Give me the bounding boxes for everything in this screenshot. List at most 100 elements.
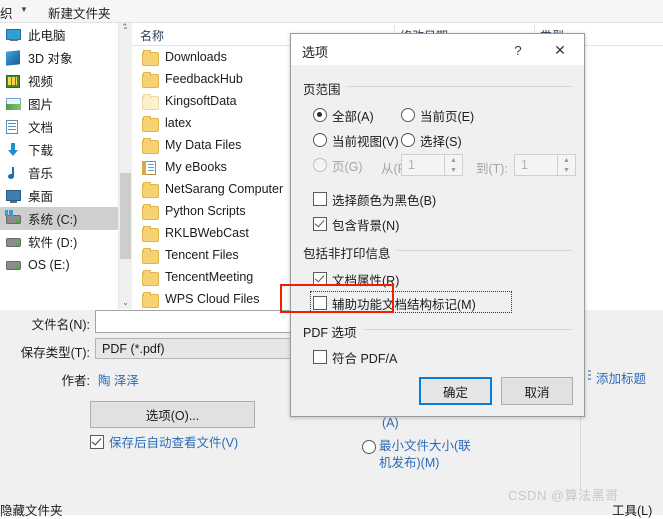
checkbox-black-color[interactable]: 选择颜色为黑色(B) [313, 190, 436, 209]
folder-icon [142, 116, 159, 132]
autoview-checkbox[interactable] [90, 434, 104, 449]
sidebar-item-7[interactable]: 桌面 [0, 184, 118, 207]
autoview-checkbox-row[interactable]: 保存后自动查看文件(V) [90, 432, 238, 451]
file-row-name: KingsoftData [165, 94, 237, 108]
file-row-name: Downloads [165, 50, 227, 64]
scroll-down-icon[interactable]: ⌄ [119, 295, 132, 309]
spin-up-icon[interactable]: ▲ [558, 155, 575, 165]
chevron-down-icon[interactable]: ▼ [20, 5, 28, 14]
author-value[interactable]: 陶 泽泽 [98, 370, 139, 389]
radio-current-view-indicator[interactable] [313, 133, 327, 147]
file-row-name: Python Scripts [165, 204, 246, 218]
sidebar-item-label: 图片 [28, 98, 54, 112]
radio-pages-indicator[interactable] [313, 158, 327, 172]
from-spinner-buttons[interactable]: ▲ ▼ [444, 155, 462, 175]
checkbox-accessibility-tags[interactable]: 辅助功能文档结构标记(M) [313, 294, 476, 313]
radio-selection-indicator[interactable] [401, 133, 415, 147]
checkbox-doc-properties[interactable]: 文档属性(R) [313, 270, 399, 289]
folder-icon [142, 50, 159, 66]
from-value[interactable]: 1 [408, 158, 415, 172]
folder-pale-icon [142, 94, 159, 110]
publish-standard-suffix[interactable]: (A) [382, 416, 399, 430]
to-value[interactable]: 1 [521, 158, 528, 172]
explorer-toolbar: 织 ▼ 新建文件夹 [0, 0, 663, 23]
options-button[interactable]: 选项(O)... [90, 401, 255, 428]
dialog-titlebar: 选项 ? ✕ [291, 34, 584, 65]
radio-all-indicator[interactable] [313, 108, 327, 122]
cancel-button[interactable]: 取消 [501, 377, 573, 405]
sidebar-item-3[interactable]: 图片 [0, 92, 118, 115]
publish-minimum-label: 最小文件大小(联机发布)(M) [379, 439, 471, 470]
sidebar-item-label: 此电脑 [28, 29, 66, 43]
sidebar-item-0[interactable]: 此电脑 [0, 23, 118, 46]
radio-current-page[interactable]: 当前页(E) [401, 106, 474, 125]
sort-indicator-icon[interactable]: ⌃ [121, 22, 129, 33]
radio-current-page-indicator[interactable] [401, 108, 415, 122]
file-row-name: latex [165, 116, 192, 130]
drive-icon [6, 234, 23, 250]
organize-button[interactable]: 织 [0, 3, 13, 22]
music-icon [6, 165, 23, 181]
checkbox-accessibility-tags-indicator[interactable] [313, 296, 327, 310]
csdn-watermark: CSDN @算法黑哥 [508, 488, 619, 503]
navigation-pane[interactable]: 此电脑 3D 对象视频图片文档 下载音乐桌面系统 (C:) 软件 (D:) OS (E:… [0, 23, 118, 309]
hide-folders-button[interactable]: 隐藏文件夹 [0, 500, 63, 519]
add-title-link[interactable]: 添加标题 [596, 368, 646, 387]
sidebar-item-10[interactable]: OS (E:) [0, 253, 118, 276]
sidebar-item-label: 音乐 [28, 167, 54, 181]
spin-down-icon[interactable]: ▼ [558, 165, 575, 175]
to-spinner-buttons[interactable]: ▲ ▼ [557, 155, 575, 175]
checkbox-include-background-indicator[interactable] [313, 217, 327, 231]
checkbox-include-background[interactable]: 包含背景(N) [313, 215, 399, 234]
publish-minimum-radio[interactable] [362, 440, 376, 454]
sidebar-item-label: 软件 (D:) [28, 236, 78, 250]
file-row-name: My Data Files [165, 138, 242, 152]
publish-minimum-option[interactable]: 最小文件大小(联机发布)(M) [362, 438, 482, 472]
sidebar-item-9[interactable]: 软件 (D:) [0, 230, 118, 253]
sidebar-item-5[interactable]: 下载 [0, 138, 118, 161]
checkbox-pdfa[interactable]: 符合 PDF/A [313, 348, 397, 367]
checkbox-pdfa-indicator[interactable] [313, 350, 327, 364]
folder-icon [142, 182, 159, 198]
radio-current-view[interactable]: 当前视图(V) [313, 131, 399, 150]
sidebar-item-8[interactable]: 系统 (C:) [0, 207, 118, 230]
help-icon[interactable]: ? [508, 41, 528, 59]
spin-down-icon[interactable]: ▼ [445, 165, 462, 175]
radio-selection[interactable]: 选择(S) [401, 131, 462, 150]
folder-icon [142, 204, 159, 220]
to-spinner[interactable]: 1 ▲ ▼ [514, 154, 576, 176]
checkbox-pdfa-label: 符合 PDF/A [332, 352, 398, 366]
file-row-name: TencentMeeting [165, 270, 254, 284]
folder-icon [142, 72, 159, 88]
videos-icon [6, 73, 23, 89]
sidebar-item-2[interactable]: 视频 [0, 69, 118, 92]
from-spinner[interactable]: 1 ▲ ▼ [401, 154, 463, 176]
checkbox-black-color-indicator[interactable] [313, 192, 327, 206]
new-folder-button[interactable]: 新建文件夹 [48, 3, 111, 22]
drive-icon [5, 209, 23, 227]
sidebar-item-label: OS (E:) [28, 257, 70, 272]
ebooks-icon [142, 160, 158, 175]
sidebar-item-label: 视频 [28, 75, 54, 89]
to-label: 到(T): [476, 162, 508, 176]
column-header-name[interactable]: 名称 [140, 27, 164, 44]
sidebar-item-4[interactable]: 文档 [0, 115, 118, 138]
radio-all[interactable]: 全部(A) [313, 106, 374, 125]
sidebar-item-1[interactable]: 3D 对象 [0, 46, 118, 69]
folder-icon [142, 226, 159, 242]
radio-pages[interactable]: 页(G) [313, 156, 363, 175]
file-row-name: Tencent Files [165, 248, 239, 262]
pictures-icon [6, 96, 23, 112]
spin-up-icon[interactable]: ▲ [445, 155, 462, 165]
options-dialog: 选项 ? ✕ 页范围 全部(A) 当前页(E) 当前视图(V) 选择(S) 页(… [290, 33, 585, 417]
desktop-icon [6, 188, 23, 204]
scrollbar-thumb[interactable] [120, 173, 131, 259]
navigation-scrollbar[interactable]: ⌃ ⌄ [118, 23, 132, 309]
file-row-name: WPS Cloud Files [165, 292, 260, 306]
close-icon[interactable]: ✕ [548, 40, 572, 60]
ok-button[interactable]: 确定 [419, 377, 492, 405]
sidebar-item-label: 系统 (C:) [28, 213, 78, 227]
sidebar-item-6[interactable]: 音乐 [0, 161, 118, 184]
checkbox-doc-properties-indicator[interactable] [313, 272, 327, 286]
savetype-label: 保存类型(T): [20, 346, 90, 360]
